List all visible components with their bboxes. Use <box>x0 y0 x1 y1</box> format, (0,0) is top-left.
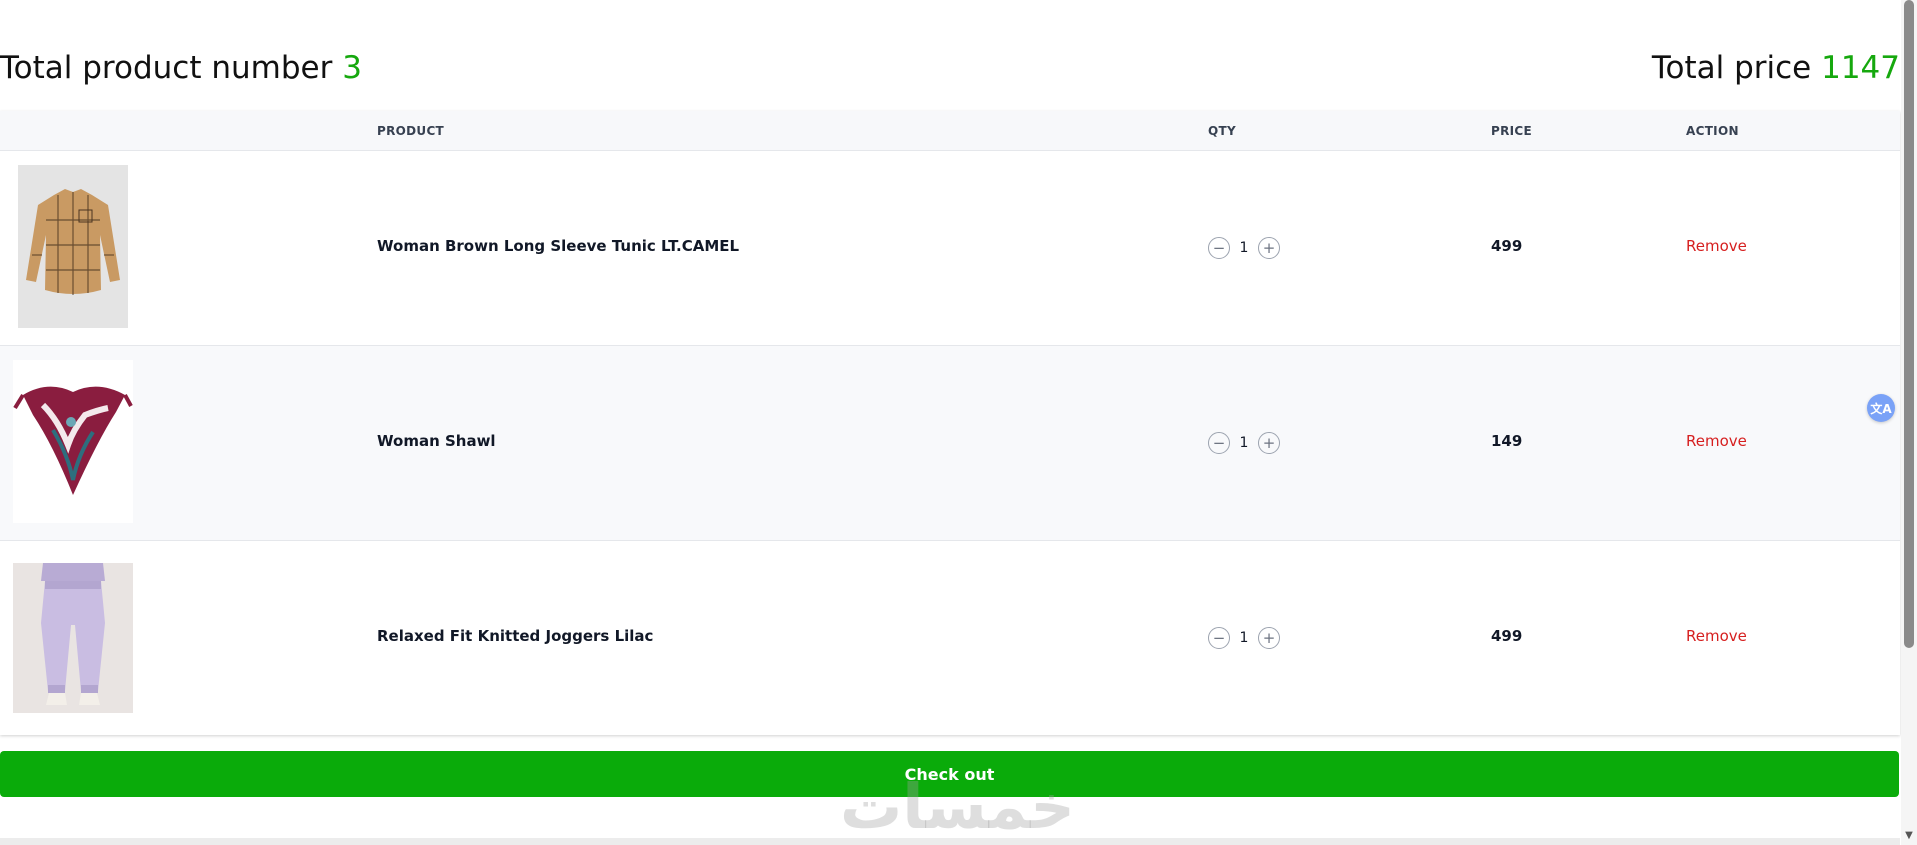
quantity-stepper: − 1 + <box>1208 237 1280 259</box>
minus-icon[interactable]: − <box>1208 237 1230 259</box>
scroll-down-arrow-icon[interactable]: ▼ <box>1902 830 1916 842</box>
cart-summary: Total product number 3 Total price 1147 <box>0 48 1900 88</box>
plus-icon[interactable]: + <box>1258 432 1280 454</box>
product-name: Woman Shawl <box>377 432 496 450</box>
product-image <box>13 563 133 713</box>
product-price: 499 <box>1491 627 1523 645</box>
quantity-value: 1 <box>1239 240 1249 256</box>
product-image <box>13 360 133 523</box>
product-image <box>18 165 128 328</box>
product-price: 149 <box>1491 432 1523 450</box>
total-products: Total product number 3 <box>0 50 362 86</box>
total-price: Total price 1147 <box>1652 50 1900 86</box>
cart-table: PRODUCT QTY PRICE ACTION Woman Brown Lon… <box>0 111 1900 735</box>
header-qty: QTY <box>1208 124 1236 138</box>
total-price-value: 1147 <box>1821 50 1900 86</box>
header-price: PRICE <box>1491 124 1533 138</box>
product-name: Woman Brown Long Sleeve Tunic LT.CAMEL <box>377 237 740 255</box>
remove-link[interactable]: Remove <box>1686 237 1747 255</box>
product-name: Relaxed Fit Knitted Joggers Lilac <box>377 627 654 645</box>
total-products-label: Total product number <box>0 50 333 86</box>
shawl-image <box>13 360 133 523</box>
plus-icon[interactable]: + <box>1258 627 1280 649</box>
shirt-image <box>18 165 128 328</box>
remove-link[interactable]: Remove <box>1686 627 1747 645</box>
remove-link[interactable]: Remove <box>1686 432 1747 450</box>
table-row: Woman Shawl − 1 + 149 Remove <box>0 345 1900 540</box>
quantity-stepper: − 1 + <box>1208 627 1280 649</box>
table-row: Woman Brown Long Sleeve Tunic LT.CAMEL −… <box>0 150 1900 345</box>
translate-icon[interactable]: 文A <box>1867 394 1895 422</box>
minus-icon[interactable]: − <box>1208 432 1230 454</box>
joggers-image <box>13 563 133 713</box>
quantity-value: 1 <box>1239 435 1249 451</box>
product-price: 499 <box>1491 237 1523 255</box>
quantity-value: 1 <box>1239 630 1249 646</box>
watermark-logo: خمسات <box>840 770 1075 843</box>
header-product: PRODUCT <box>377 124 445 138</box>
total-price-label: Total price <box>1651 50 1812 86</box>
bottom-bar <box>0 838 1900 845</box>
table-row: Relaxed Fit Knitted Joggers Lilac − 1 + … <box>0 540 1900 735</box>
table-header: PRODUCT QTY PRICE ACTION <box>0 111 1900 150</box>
minus-icon[interactable]: − <box>1208 627 1230 649</box>
scrollbar-thumb[interactable] <box>1904 0 1914 648</box>
plus-icon[interactable]: + <box>1258 237 1280 259</box>
total-products-value: 3 <box>342 50 362 86</box>
quantity-stepper: − 1 + <box>1208 432 1280 454</box>
header-action: ACTION <box>1686 124 1739 138</box>
